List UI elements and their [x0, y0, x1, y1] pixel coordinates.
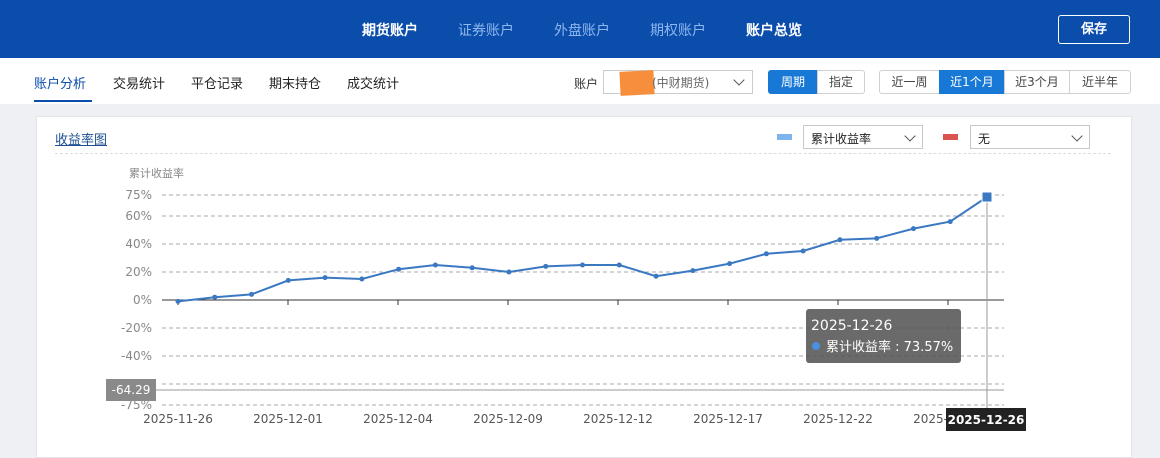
- compare-color-swatch: [943, 134, 958, 140]
- yield-chart-panel: 收益率图 累计收益率 无: [36, 116, 1132, 458]
- tab-deal-stats[interactable]: 成交统计: [347, 73, 399, 92]
- series-select-value: 累计收益率: [811, 132, 872, 146]
- tab-account-analysis[interactable]: 账户分析: [34, 73, 86, 92]
- tab-end-positions[interactable]: 期末持仓: [269, 73, 321, 92]
- series-color-swatch: [777, 134, 792, 140]
- range-half-year[interactable]: 近半年: [1069, 70, 1131, 94]
- range-3-months[interactable]: 近3个月: [1004, 70, 1070, 94]
- account-label: 账户: [574, 77, 599, 91]
- period-mode-custom[interactable]: 指定: [817, 70, 865, 94]
- tab-trade-stats[interactable]: 交易统计: [113, 73, 165, 92]
- series-select[interactable]: 累计收益率: [803, 125, 923, 149]
- tab-account-overview[interactable]: 账户总览: [746, 20, 802, 40]
- tab-overseas-account[interactable]: 外盘账户: [554, 20, 610, 40]
- tab-futures-account[interactable]: 期货账户: [362, 20, 418, 40]
- period-mode-cycle[interactable]: 周期: [768, 70, 818, 94]
- tab-close-records[interactable]: 平仓记录: [191, 73, 243, 92]
- account-value: (中财期货): [652, 76, 710, 90]
- tab-options-account[interactable]: 期权账户: [650, 20, 706, 40]
- panel-divider: [55, 153, 1111, 154]
- save-button[interactable]: 保存: [1058, 15, 1130, 44]
- account-select[interactable]: (中财期货): [603, 70, 753, 96]
- panel-title[interactable]: 收益率图: [55, 129, 107, 148]
- active-tab-underline: [34, 100, 92, 102]
- sub-nav-bar: 账户分析 交易统计 平仓记录 期末持仓 成交统计 账户 (中财期货) 周期 指定…: [0, 58, 1160, 104]
- top-nav-bar: 期货账户 证券账户 外盘账户 期权账户 账户总览 保存: [0, 0, 1160, 58]
- compare-select-value: 无: [978, 132, 991, 146]
- range-1-month[interactable]: 近1个月: [939, 70, 1005, 94]
- chevron-down-icon: [733, 74, 745, 86]
- range-1-week[interactable]: 近一周: [879, 70, 940, 94]
- chevron-down-icon: [1071, 130, 1083, 142]
- compare-select[interactable]: 无: [970, 125, 1090, 149]
- redaction-mask: [619, 70, 655, 96]
- chevron-down-icon: [904, 130, 916, 142]
- tab-securities-account[interactable]: 证券账户: [458, 20, 514, 40]
